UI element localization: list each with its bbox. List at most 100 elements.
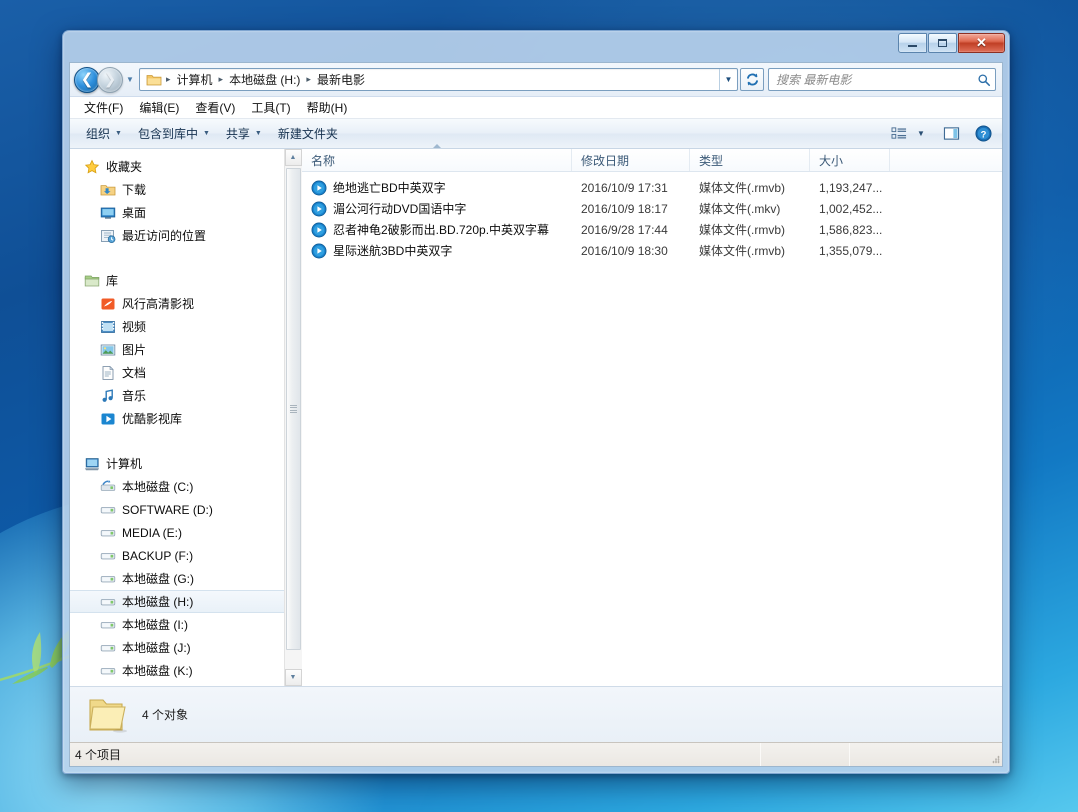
change-view-button[interactable] xyxy=(886,123,912,145)
documents-icon xyxy=(102,365,114,380)
help-button[interactable]: ? xyxy=(970,123,996,145)
breadcrumb-item-0[interactable]: 计算机 xyxy=(173,69,217,90)
media-file-icon xyxy=(311,201,327,216)
breadcrumb: ▸ 计算机 ▸ 本地磁盘 (H:) ▸ 最新电影 xyxy=(140,69,719,90)
file-type-cell: 媒体文件(.mkv) xyxy=(699,202,781,216)
sidebar-item-recent-places[interactable]: 最近访问的位置 xyxy=(70,224,284,247)
command-toolbar: 组织 ▼ 包含到库中 ▼ 共享 ▼ 新建文件夹 ▼ ? xyxy=(70,119,1002,149)
sidebar-item-drive-g[interactable]: 本地磁盘 (G:) xyxy=(70,567,284,590)
menu-file[interactable]: 文件(F) xyxy=(76,97,131,118)
sidebar-item-documents[interactable]: 文档 xyxy=(70,361,284,384)
view-dropdown-button[interactable]: ▼ xyxy=(912,123,930,145)
nav-label: 优酷影视库 xyxy=(122,412,183,426)
nav-header-computer[interactable]: 计算机 xyxy=(70,452,284,475)
sidebar-item-pictures[interactable]: 图片 xyxy=(70,338,284,361)
file-name-cell[interactable]: 星际迷航3BD中英双字 xyxy=(302,242,572,259)
sidebar-item-drive-k[interactable]: 本地磁盘 (K:) xyxy=(70,659,284,682)
sidebar-item-music[interactable]: 音乐 xyxy=(70,384,284,407)
status-section-3 xyxy=(850,743,1002,766)
scrollbar-thumb[interactable] xyxy=(285,168,301,650)
breadcrumb-separator-2[interactable]: ▸ xyxy=(304,74,313,85)
table-row[interactable]: 星际迷航3BD中英双字 2016/10/9 18:30 媒体文件(.rmvb) … xyxy=(302,240,1002,261)
scroll-down-button[interactable]: ▼ xyxy=(284,669,302,686)
navigation-scrollbar[interactable]: ▲ ▼ xyxy=(284,149,302,686)
file-date-cell: 2016/10/9 18:17 xyxy=(581,201,668,216)
menu-tools[interactable]: 工具(T) xyxy=(243,97,298,118)
nav-header-libraries[interactable]: 库 xyxy=(70,269,284,292)
details-object-count: 4 个对象 xyxy=(142,708,189,722)
address-bar[interactable]: ▸ 计算机 ▸ 本地磁盘 (H:) ▸ 最新电影 ▼ xyxy=(139,68,738,91)
file-name: 湄公河行动DVD国语中字 xyxy=(333,202,467,216)
file-name-cell[interactable]: 绝地逃亡BD中英双字 xyxy=(302,179,572,196)
table-row[interactable]: 绝地逃亡BD中英双字 2016/10/9 17:31 媒体文件(.rmvb) 1… xyxy=(302,177,1002,198)
maximize-button[interactable] xyxy=(928,33,957,53)
column-header-size[interactable]: 大小 xyxy=(810,149,890,171)
sidebar-item-drive-j[interactable]: 本地磁盘 (J:) xyxy=(70,636,284,659)
drive-icon xyxy=(100,552,116,559)
close-icon: ✕ xyxy=(976,34,987,50)
file-name-cell[interactable]: 湄公河行动DVD国语中字 xyxy=(302,200,572,217)
sidebar-item-funshion[interactable]: 风行高清影视 xyxy=(70,292,284,315)
menu-view[interactable]: 查看(V) xyxy=(187,97,243,118)
sidebar-item-downloads[interactable]: 下载 xyxy=(70,178,284,201)
scroll-up-button[interactable]: ▲ xyxy=(284,149,302,166)
sidebar-item-drive-d[interactable]: SOFTWARE (D:) xyxy=(70,498,284,521)
address-dropdown-button[interactable]: ▼ xyxy=(719,69,737,90)
forward-arrow-icon: ❯ xyxy=(103,71,117,88)
sidebar-item-desktop[interactable]: 桌面 xyxy=(70,201,284,224)
column-header-type[interactable]: 类型 xyxy=(690,149,810,171)
include-in-library-button[interactable]: 包含到库中 ▼ xyxy=(130,122,218,145)
column-header-filler[interactable] xyxy=(890,149,1002,171)
table-row[interactable]: 湄公河行动DVD国语中字 2016/10/9 18:17 媒体文件(.mkv) … xyxy=(302,198,1002,219)
nav-label: 音乐 xyxy=(122,389,147,403)
sidebar-item-drive-h[interactable]: 本地磁盘 (H:) xyxy=(70,590,284,613)
file-name: 星际迷航3BD中英双字 xyxy=(333,244,453,258)
minimize-button[interactable] xyxy=(898,33,927,53)
preview-pane-button[interactable] xyxy=(938,123,964,145)
nav-label: SOFTWARE (D:) xyxy=(122,502,213,517)
search-input[interactable]: 搜索 最新电影 xyxy=(776,71,977,88)
share-button[interactable]: 共享 ▼ xyxy=(218,122,270,145)
status-item-count: 4 个项目 xyxy=(75,748,122,762)
column-header-name[interactable]: 名称 xyxy=(302,144,572,171)
search-icon xyxy=(978,73,991,86)
organize-button[interactable]: 组织 ▼ xyxy=(78,122,130,145)
new-folder-button[interactable]: 新建文件夹 xyxy=(270,122,346,145)
column-headers: 名称 修改日期 类型 大小 xyxy=(302,144,1002,172)
column-header-date-modified[interactable]: 修改日期 xyxy=(572,149,690,171)
menu-help[interactable]: 帮助(H) xyxy=(299,97,356,118)
refresh-button[interactable] xyxy=(740,68,764,91)
recent-pages-button[interactable]: ▼ xyxy=(123,67,137,93)
sidebar-item-drive-c[interactable]: 本地磁盘 (C:) xyxy=(70,475,284,498)
file-name-cell[interactable]: 忍者神龟2破影而出.BD.720p.中英双字幕 xyxy=(302,221,572,238)
breadcrumb-item-2[interactable]: 最新电影 xyxy=(313,69,369,90)
drive-icon xyxy=(100,621,116,628)
resize-grip-icon[interactable] xyxy=(987,752,1000,765)
videos-icon xyxy=(101,320,115,333)
preview-pane-icon xyxy=(943,127,959,140)
close-button[interactable]: ✕ xyxy=(958,33,1005,53)
title-bar: ✕ xyxy=(69,32,1005,62)
search-box[interactable]: 搜索 最新电影 xyxy=(768,68,996,91)
system-drive-icon xyxy=(100,479,116,491)
breadcrumb-separator-1[interactable]: ▸ xyxy=(217,74,226,85)
menu-edit[interactable]: 编辑(E) xyxy=(131,97,187,118)
sidebar-item-drive-e[interactable]: MEDIA (E:) xyxy=(70,521,284,544)
chevron-down-icon: ▼ xyxy=(115,130,122,137)
nav-label: 本地磁盘 (H:) xyxy=(122,595,194,609)
scrollbar-track[interactable] xyxy=(284,166,302,669)
sidebar-item-videos[interactable]: 视频 xyxy=(70,315,284,338)
file-name: 忍者神龟2破影而出.BD.720p.中英双字幕 xyxy=(333,223,550,237)
nav-header-favorites[interactable]: 收藏夹 xyxy=(70,155,284,178)
navigation-tree: 收藏夹 下载 桌面 最近访问的位置 库 风行高清影视 视频 图片 文档 音乐 优… xyxy=(70,149,284,686)
nav-label: 风行高清影视 xyxy=(122,297,195,311)
sidebar-item-drive-i[interactable]: 本地磁盘 (I:) xyxy=(70,613,284,636)
table-row[interactable]: 忍者神龟2破影而出.BD.720p.中英双字幕 2016/9/28 17:44 … xyxy=(302,219,1002,240)
sidebar-item-drive-f[interactable]: BACKUP (F:) xyxy=(70,544,284,567)
breadcrumb-item-1[interactable]: 本地磁盘 (H:) xyxy=(225,69,304,90)
chevron-down-icon: ▼ xyxy=(724,75,733,84)
sidebar-item-youku[interactable]: 优酷影视库 xyxy=(70,407,284,430)
nav-label: 本地磁盘 (C:) xyxy=(122,480,194,494)
forward-button[interactable]: ❯ xyxy=(97,66,123,93)
back-arrow-icon: ❮ xyxy=(80,71,94,88)
